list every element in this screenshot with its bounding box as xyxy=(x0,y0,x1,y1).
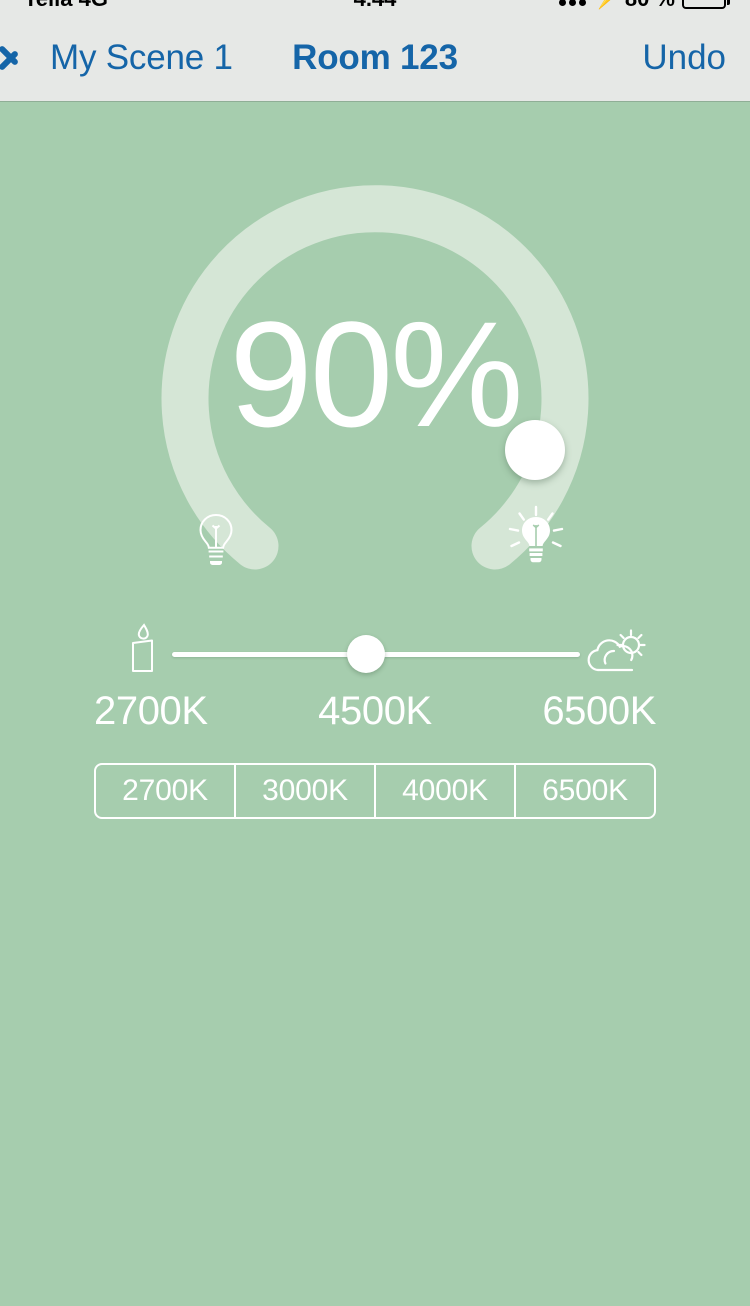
navigation-bar: My Scene 1 Room 123 Undo xyxy=(0,14,750,102)
main-content: 90% 2700K 4500K 6500K 2700K 3000K 4000K … xyxy=(0,103,750,1306)
back-button[interactable]: My Scene 1 xyxy=(14,14,233,102)
status-bar: Telia 4G 4.44 ⚡ 80 % xyxy=(0,0,750,14)
sun-behind-cloud-icon xyxy=(587,629,646,672)
battery-percent-label: 80 % xyxy=(625,0,675,12)
brightness-dial[interactable]: 90% xyxy=(0,103,750,583)
color-temperature-thumb[interactable] xyxy=(347,635,385,673)
brightness-knob[interactable] xyxy=(505,420,565,480)
kelvin-scale-labels: 2700K 4500K 6500K xyxy=(94,689,656,734)
preset-button-3000k[interactable]: 3000K xyxy=(236,765,376,817)
bulb-dim-icon xyxy=(199,513,233,565)
preset-button-4000k[interactable]: 4000K xyxy=(376,765,516,817)
preset-button-6500k[interactable]: 6500K xyxy=(516,765,654,817)
kelvin-label-mid: 4500K xyxy=(318,689,432,733)
chevron-left-icon xyxy=(14,38,40,78)
brightness-value-label: 90% xyxy=(229,290,523,458)
color-temperature-slider[interactable] xyxy=(0,611,750,681)
preset-button-2700k[interactable]: 2700K xyxy=(96,765,236,817)
app-screen: Telia 4G 4.44 ⚡ 80 % My Scene 1 Room 123… xyxy=(0,0,750,1306)
lightning-bolt-icon: ⚡ xyxy=(593,0,618,9)
undo-button[interactable]: Undo xyxy=(642,14,726,102)
signal-dots-icon xyxy=(558,0,586,6)
bulb-bright-icon xyxy=(508,505,564,563)
status-clock: 4.44 xyxy=(258,0,492,12)
status-carrier: Telia 4G xyxy=(24,0,258,12)
kelvin-label-min: 2700K xyxy=(94,689,208,733)
candle-icon xyxy=(132,623,153,672)
kelvin-preset-group: 2700K 3000K 4000K 6500K xyxy=(94,763,656,819)
battery-icon xyxy=(682,0,730,9)
kelvin-label-max: 6500K xyxy=(542,689,656,733)
back-button-label: My Scene 1 xyxy=(50,38,233,77)
